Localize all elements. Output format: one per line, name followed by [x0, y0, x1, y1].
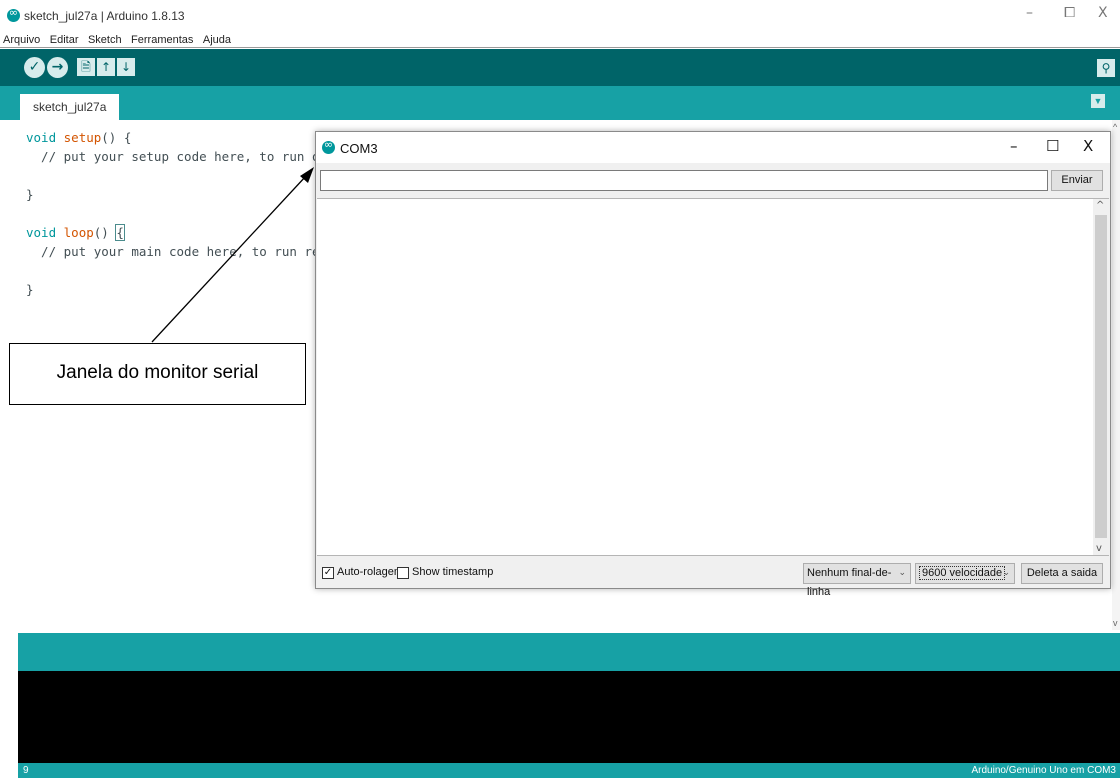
scroll-down-icon[interactable]: v — [1113, 618, 1118, 628]
code-brace-highlight: { — [115, 224, 125, 241]
code-keyword: void — [26, 225, 57, 240]
serial-monitor-window: COM3 – ☐ X Enviar ^ v ✓ Auto-rolagem Sho… — [315, 131, 1111, 598]
board-port-label: Arduino/Genuino Uno em COM3 — [971, 765, 1116, 776]
close-button[interactable]: X — [1098, 5, 1108, 21]
code-brace: } — [26, 282, 34, 297]
arduino-logo-icon — [322, 138, 335, 154]
send-button[interactable]: Enviar — [1051, 170, 1103, 191]
console-output — [18, 671, 1120, 763]
minimize-button[interactable]: – — [1026, 5, 1033, 21]
menu-editar[interactable]: Editar — [47, 32, 81, 46]
code-comment: // put your main code here, to run rep — [26, 244, 328, 259]
upload-button[interactable]: → — [47, 57, 68, 78]
autoscroll-label: Auto-rolagem — [337, 566, 404, 578]
serial-maximize-button[interactable]: ☐ — [1046, 137, 1059, 155]
toolbar: ✓ → 🗎 ↑ ↓ ⚲ — [0, 49, 1120, 86]
arduino-logo-icon — [7, 6, 20, 22]
code-fragment: () { — [101, 130, 132, 145]
menu-sketch[interactable]: Sketch — [85, 32, 124, 46]
menu-ferramentas[interactable]: Ferramentas — [128, 32, 195, 46]
verify-button[interactable]: ✓ — [24, 57, 45, 78]
annotation-label: Janela do monitor serial — [9, 343, 306, 405]
open-sketch-button[interactable]: ↑ — [97, 58, 115, 76]
scroll-up-icon[interactable]: ^ — [1113, 122, 1117, 132]
menu-ajuda[interactable]: Ajuda — [200, 32, 233, 46]
serial-scrollbar[interactable]: ^ v — [1093, 199, 1109, 555]
tab-sketch[interactable]: sketch_jul27a — [20, 94, 120, 120]
scroll-thumb[interactable] — [1095, 215, 1107, 538]
serial-send-input[interactable] — [320, 170, 1048, 191]
code-function: loop — [63, 225, 94, 240]
window-title: sketch_jul27a | Arduino 1.8.13 — [24, 9, 185, 23]
serial-monitor-button[interactable]: ⚲ — [1097, 59, 1115, 77]
menu-arquivo[interactable]: Arquivo — [0, 32, 42, 46]
serial-footer: ✓ Auto-rolagem Show timestamp Nenhum fin… — [316, 561, 1110, 598]
editor-scrollbar[interactable]: ^ v — [1112, 120, 1120, 630]
baud-rate-select[interactable]: 9600 velocidade ⌄ — [915, 563, 1015, 584]
timestamp-label: Show timestamp — [412, 566, 494, 578]
serial-title-bar: COM3 – ☐ X — [316, 132, 1110, 163]
serial-output-area: ^ v — [317, 198, 1109, 556]
autoscroll-checkbox[interactable]: ✓ — [322, 567, 334, 579]
title-bar: sketch_jul27a | Arduino 1.8.13 – ⧠ X — [0, 0, 1120, 30]
tab-bar: sketch_jul27a ▼ — [0, 86, 1120, 120]
chevron-down-icon: ⌄ — [1002, 568, 1010, 578]
baud-rate-value: 9600 velocidade — [919, 566, 1006, 580]
line-number: 9 — [23, 765, 29, 776]
code-brace: } — [26, 187, 34, 202]
code-text: void setup() { // put your setup code he… — [26, 128, 327, 299]
scroll-up-icon[interactable]: ^ — [1096, 200, 1104, 211]
menu-bar: Arquivo Editar Sketch Ferramentas Ajuda — [0, 30, 1120, 48]
code-comment: // put your setup code here, to run on — [26, 149, 328, 164]
serial-close-button[interactable]: X — [1083, 137, 1093, 155]
tab-menu-button[interactable]: ▼ — [1091, 94, 1105, 108]
code-fragment: () — [93, 225, 117, 240]
serial-minimize-button[interactable]: – — [1010, 137, 1018, 155]
timestamp-checkbox[interactable] — [397, 567, 409, 579]
code-keyword: void — [26, 130, 57, 145]
status-bar: 9 Arduino/Genuino Uno em COM3 — [18, 763, 1120, 778]
maximize-button[interactable]: ⧠ — [1064, 5, 1075, 21]
scroll-down-icon[interactable]: v — [1096, 543, 1102, 554]
chevron-down-icon: ⌄ — [898, 568, 906, 578]
new-sketch-button[interactable]: 🗎 — [77, 58, 95, 76]
save-sketch-button[interactable]: ↓ — [117, 58, 135, 76]
console-header — [18, 633, 1120, 671]
code-function: setup — [63, 130, 102, 145]
line-ending-select[interactable]: Nenhum final-de-linha ⌄ — [803, 563, 911, 598]
clear-output-button[interactable]: Deleta a saida — [1021, 563, 1103, 584]
serial-title: COM3 — [340, 141, 378, 156]
